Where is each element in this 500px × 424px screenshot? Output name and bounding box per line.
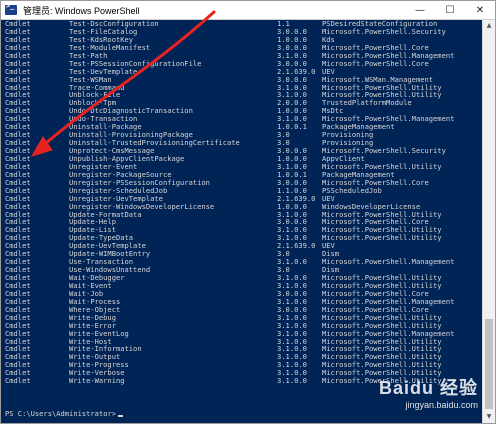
command-source: Microsoft.PowerShell.Core [322,58,429,68]
console-output[interactable]: Cmdlet Test-DscConfiguration 1.1 PSDesiredS… [1,20,483,423]
command-name: Write-Warning [69,376,125,386]
powershell-window: 管理员: Windows PowerShell — ☐ ✕ CmdletTest… [0,0,496,424]
minimize-button[interactable]: — [405,1,435,19]
text-cursor [118,415,124,417]
command-type: Cmdlet [5,376,31,386]
scroll-thumb[interactable] [485,319,493,409]
watermark-url: jingyan.baidu.com [405,400,478,410]
watermark-logo: Baidu 经验 [378,378,478,398]
scroll-down-icon[interactable]: ▼ [483,411,495,423]
scroll-up-icon[interactable]: ▲ [483,20,495,32]
command-version: 3.1.0.0 [277,376,307,386]
watermark: Baidu 经验 jingyan.baidu.com [379,374,478,410]
command-source: Microsoft.PowerShell.Security [322,26,446,36]
command-source: Microsoft.PowerShell.Management [322,257,455,267]
maximize-button[interactable]: ☐ [435,1,465,19]
window-controls: — ☐ ✕ [405,1,495,19]
vertical-scrollbar[interactable]: ▲ ▼ [482,20,495,423]
prompt-text: PS C:\Users\Administrator> [5,409,117,418]
command-source: Microsoft.PowerShell.Utility [322,233,442,243]
powershell-icon [5,2,17,15]
window-title: 管理员: Windows PowerShell [23,5,140,16]
close-button[interactable]: ✕ [465,1,495,19]
command-prompt[interactable]: PS C:\Users\Administrator> [5,409,124,418]
title-bar[interactable]: 管理员: Windows PowerShell — ☐ ✕ [1,1,495,20]
